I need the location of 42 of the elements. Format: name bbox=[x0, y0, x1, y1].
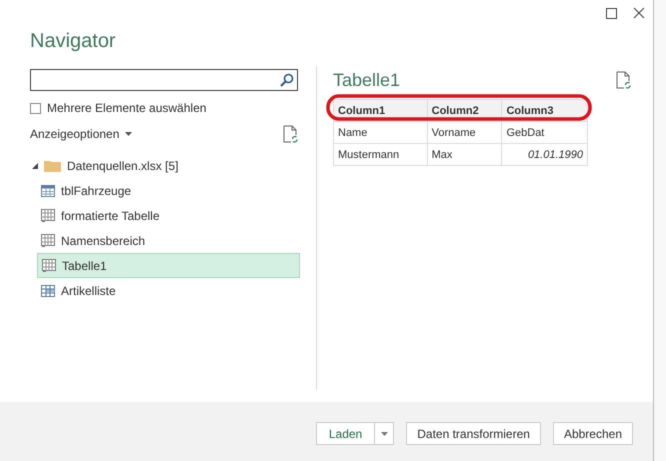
item-label: formatierte Tabelle bbox=[61, 208, 160, 222]
table-cell: Name bbox=[334, 122, 428, 144]
window-title: Navigator bbox=[30, 30, 116, 54]
tree-item[interactable]: formatierte Tabelle bbox=[37, 203, 300, 228]
sheet-icon bbox=[41, 209, 55, 222]
dialog-button[interactable]: Daten transformieren bbox=[406, 422, 541, 445]
caret-icon bbox=[125, 132, 132, 136]
preview-title: Tabelle1 bbox=[333, 70, 400, 90]
collapse-arrow-icon[interactable] bbox=[32, 162, 38, 168]
maximize-icon[interactable] bbox=[606, 8, 617, 18]
refresh-icon[interactable] bbox=[283, 125, 298, 143]
caret-icon bbox=[380, 432, 388, 436]
tree-item[interactable]: Artikelliste bbox=[37, 278, 300, 303]
display-options-dropdown[interactable]: Anzeigeoptionen bbox=[30, 127, 132, 141]
sheet-icon bbox=[41, 234, 55, 247]
table-cell: GebDat bbox=[502, 122, 588, 144]
search-field[interactable] bbox=[30, 69, 298, 91]
close-icon[interactable] bbox=[633, 7, 645, 19]
tree-item[interactable]: tblFahrzeuge bbox=[37, 178, 300, 203]
dropdown-button[interactable] bbox=[375, 422, 394, 445]
folder-icon bbox=[44, 159, 61, 172]
item-label: tblFahrzeuge bbox=[61, 184, 132, 198]
table-cell: Max bbox=[427, 144, 502, 166]
table-cell: Vorname bbox=[427, 122, 502, 144]
refresh-icon[interactable] bbox=[616, 71, 631, 89]
item-label: Artikelliste bbox=[61, 284, 116, 298]
checkbox-label: Mehrere Elemente auswählen bbox=[47, 101, 206, 115]
tree-item[interactable]: Namensbereich bbox=[37, 228, 300, 253]
search-icon[interactable] bbox=[280, 73, 294, 87]
item-label: Namensbereich bbox=[61, 234, 146, 248]
table-icon bbox=[41, 184, 55, 196]
table-cell: Mustermann bbox=[334, 144, 428, 166]
sheet-icon bbox=[42, 259, 56, 272]
item-label: Tabelle1 bbox=[62, 258, 107, 272]
table-cell: 01.01.1990 bbox=[502, 144, 588, 166]
table-icon bbox=[41, 284, 55, 296]
tree-item[interactable]: Tabelle1 bbox=[37, 253, 300, 278]
load-button[interactable]: Laden bbox=[316, 422, 376, 445]
item-label: Datenquellen.xlsx [5] bbox=[67, 158, 178, 172]
tree-item[interactable]: Datenquellen.xlsx [5] bbox=[30, 153, 293, 178]
dialog-button[interactable]: Abbrechen bbox=[552, 422, 633, 445]
checkbox[interactable] bbox=[30, 102, 41, 114]
